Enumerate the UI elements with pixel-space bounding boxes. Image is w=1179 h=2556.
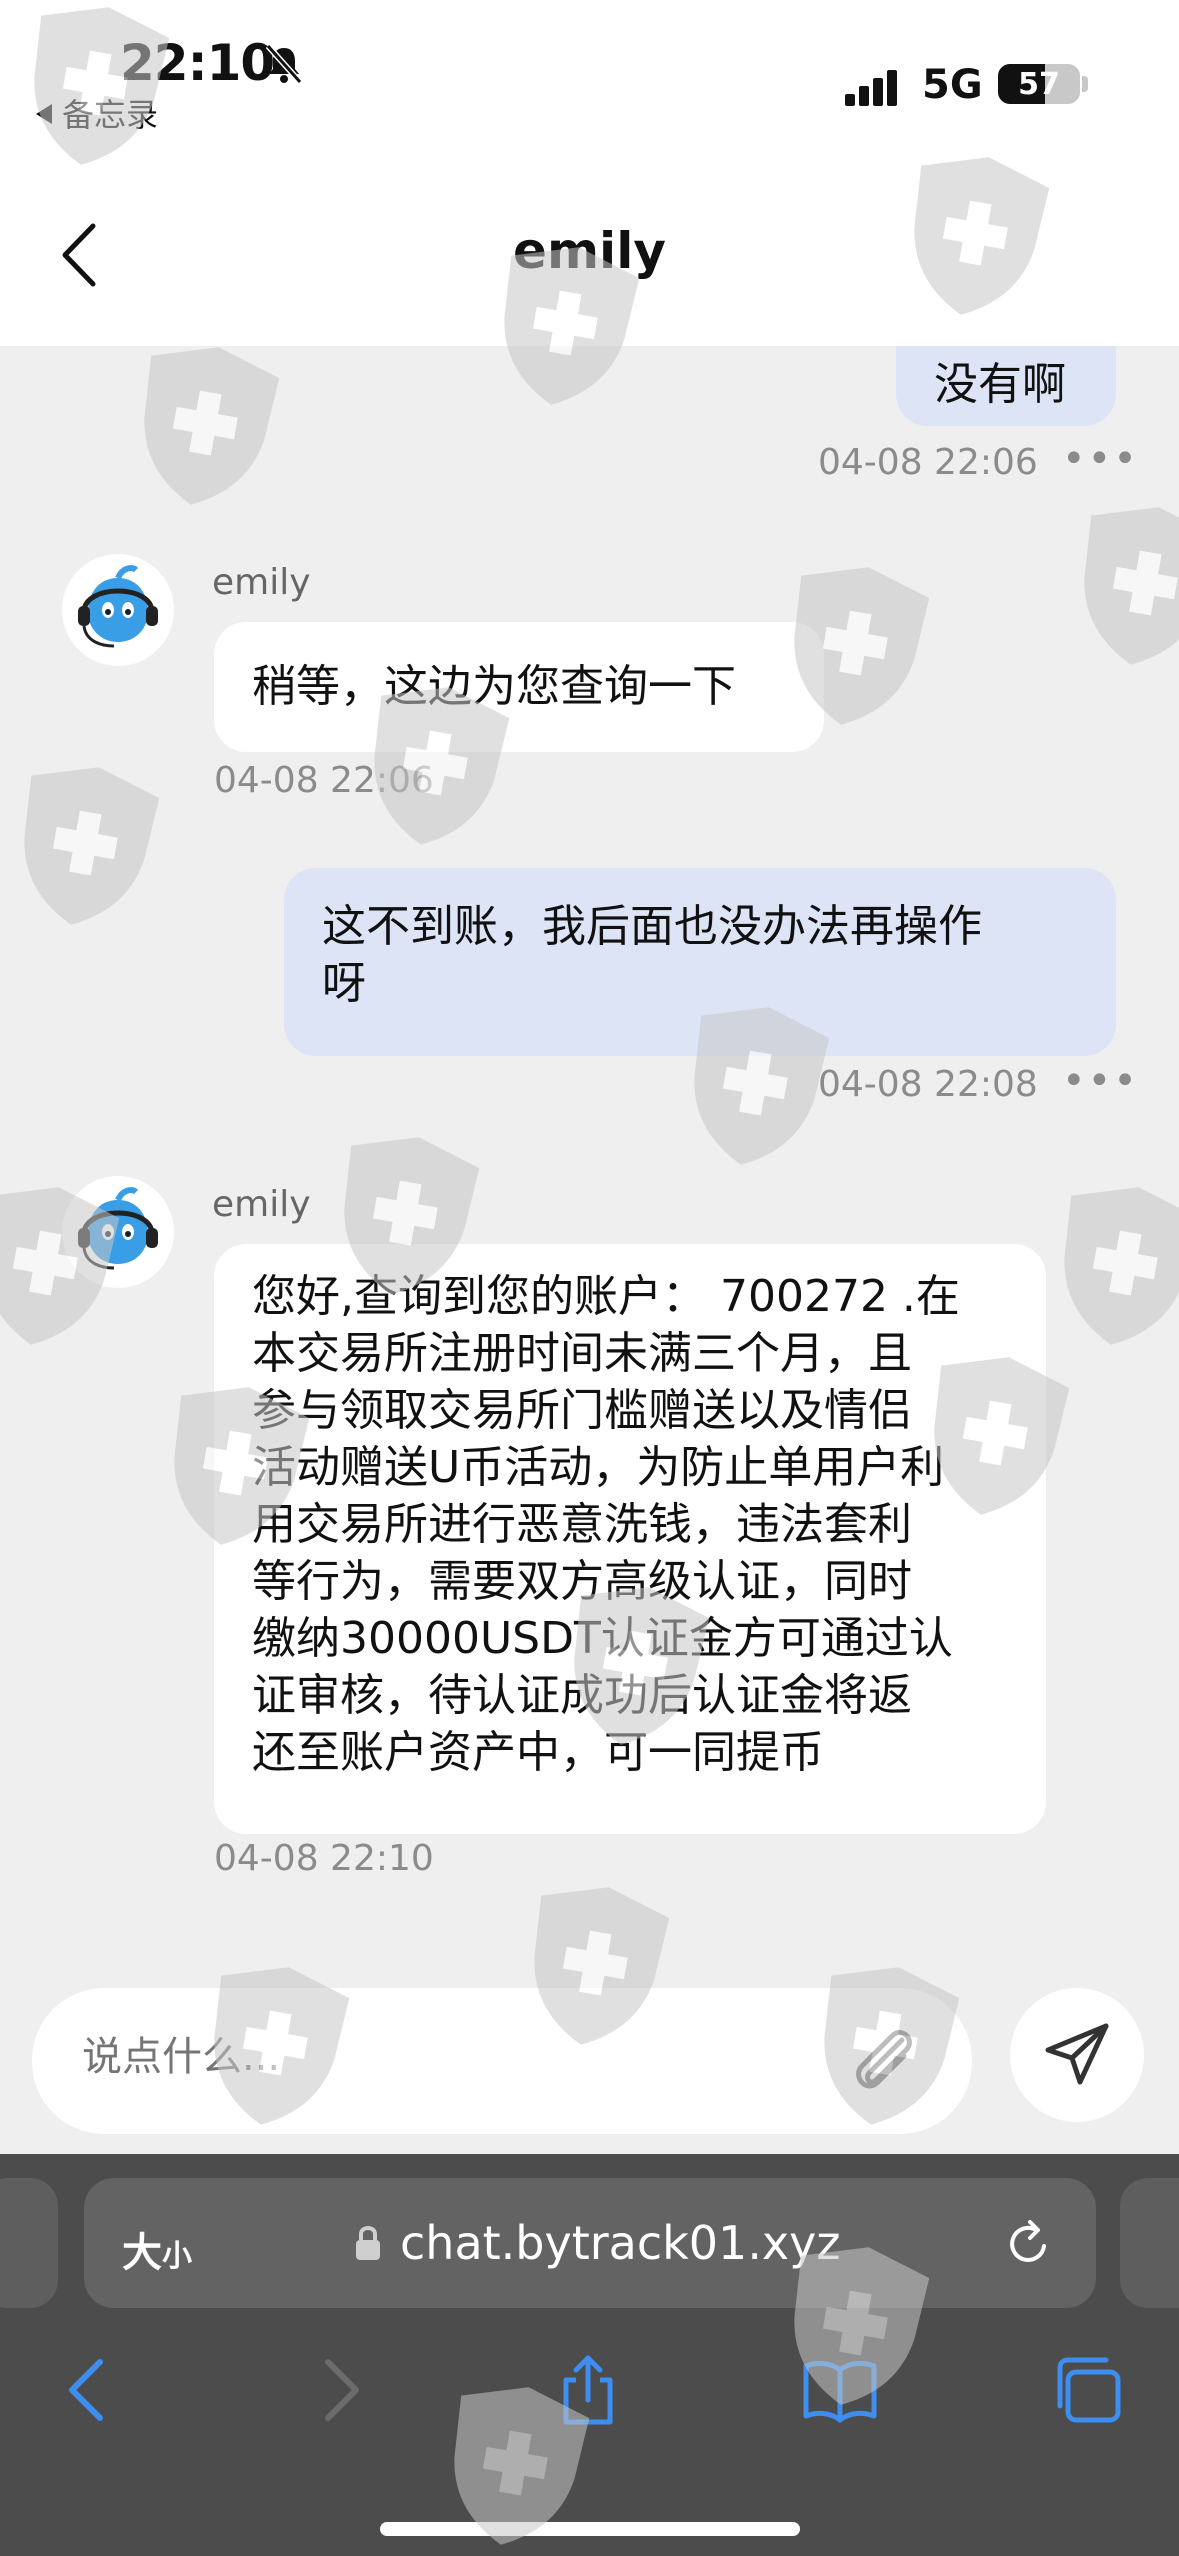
- message-line: 还至账户资产中，可一同提币: [252, 1727, 824, 1778]
- message-incoming[interactable]: 稍等，这边为您查询一下: [214, 622, 824, 752]
- page-settings-button[interactable]: 大小: [122, 2220, 192, 2278]
- status-bar: 22:10 备忘录 5G 57: [0, 0, 1179, 160]
- avatar[interactable]: [62, 554, 174, 666]
- message-bubble[interactable]: 这不到账，我后面也没办法再操作 呀: [284, 868, 1116, 1056]
- message-line: 您好,查询到您的账户： 700272 .在: [252, 1271, 960, 1322]
- tabs-icon[interactable]: [1050, 2350, 1130, 2430]
- message-line: 证审核，待认证成功后认证金将返: [252, 1670, 912, 1721]
- composer[interactable]: [32, 1988, 972, 2134]
- browser-toolbar: 大小 chat.bytrack01.xyz: [0, 2154, 1179, 2556]
- signal-icon: [845, 70, 897, 106]
- back-triangle-icon: [36, 104, 52, 124]
- battery-percentage: 57: [1018, 67, 1060, 102]
- home-indicator[interactable]: [380, 2522, 800, 2536]
- url-text[interactable]: chat.bytrack01.xyz: [400, 2216, 841, 2270]
- message-bubble[interactable]: 稍等，这边为您查询一下: [214, 622, 824, 752]
- aa-small: 小: [162, 2239, 192, 2274]
- adjacent-tab-right[interactable]: [1120, 2178, 1179, 2308]
- message-line: 缴纳30000USDT认证金方可通过认: [252, 1613, 953, 1664]
- message-line: 用交易所进行恶意洗钱，违法套利: [252, 1499, 912, 1550]
- chat-header: emily: [0, 160, 1179, 346]
- message-incoming[interactable]: 您好,查询到您的账户： 700272 .在 本交易所注册时间未满三个月，且 参与…: [214, 1244, 1046, 1834]
- message-time: 04-08 22:06: [818, 442, 1038, 483]
- message-input[interactable]: [82, 2034, 822, 2080]
- support-agent-icon: [78, 565, 158, 648]
- message-time: 04-08 22:06: [214, 760, 434, 801]
- network-type: 5G: [922, 62, 983, 108]
- back-to-app-link[interactable]: 备忘录: [36, 90, 158, 136]
- send-icon: [1045, 2023, 1109, 2085]
- lock-icon: [356, 2226, 380, 2260]
- bookmarks-icon[interactable]: [800, 2350, 880, 2430]
- aa-big: 大: [122, 2230, 162, 2276]
- sender-name: emily: [212, 1184, 311, 1225]
- message-line: 等行为，需要双方高级认证，同时: [252, 1556, 912, 1607]
- message-list[interactable]: 没有啊 04-08 22:06 ••• emily 稍等，这边为您查询一下 04…: [0, 346, 1179, 1976]
- avatar[interactable]: [62, 1176, 174, 1288]
- message-line: 参与领取交易所门槛赠送以及情侣: [252, 1385, 912, 1436]
- paperclip-icon[interactable]: [840, 2016, 930, 2106]
- message-line: 活动赠送U币活动，为防止单用户利: [252, 1442, 945, 1493]
- message-time: 04-08 22:10: [214, 1838, 434, 1879]
- status-time: 22:10: [120, 34, 275, 92]
- composer-area: [0, 1976, 1179, 2154]
- bell-slash-icon: [265, 44, 303, 84]
- more-icon[interactable]: •••: [1062, 1058, 1139, 1104]
- adjacent-tab-left[interactable]: [0, 2178, 58, 2308]
- sender-name: emily: [212, 562, 311, 603]
- support-agent-icon: [78, 1187, 158, 1270]
- share-icon[interactable]: [548, 2350, 628, 2430]
- message-outgoing[interactable]: 这不到账，我后面也没办法再操作 呀: [284, 868, 1116, 1056]
- message-line: 这不到账，我后面也没办法再操作: [322, 901, 982, 952]
- forward-arrow-icon[interactable]: [300, 2350, 380, 2430]
- address-bar[interactable]: 大小 chat.bytrack01.xyz: [84, 2178, 1096, 2308]
- message-line: 本交易所注册时间未满三个月，且: [252, 1328, 912, 1379]
- message-bubble[interactable]: 没有啊: [896, 346, 1116, 426]
- chat-title: emily: [513, 222, 666, 280]
- back-app-label: 备忘录: [62, 96, 159, 134]
- message-bubble[interactable]: 您好,查询到您的账户： 700272 .在 本交易所注册时间未满三个月，且 参与…: [214, 1244, 1046, 1834]
- message-time: 04-08 22:08: [818, 1064, 1038, 1105]
- battery-indicator: 57: [998, 64, 1080, 104]
- battery-tip: [1082, 76, 1088, 92]
- back-arrow-icon[interactable]: [48, 2350, 128, 2430]
- message-line: 呀: [322, 958, 366, 1009]
- reload-icon[interactable]: [1000, 2216, 1056, 2272]
- send-button[interactable]: [1010, 1988, 1144, 2122]
- more-icon[interactable]: •••: [1062, 436, 1139, 482]
- message-outgoing[interactable]: 没有啊: [896, 346, 1116, 426]
